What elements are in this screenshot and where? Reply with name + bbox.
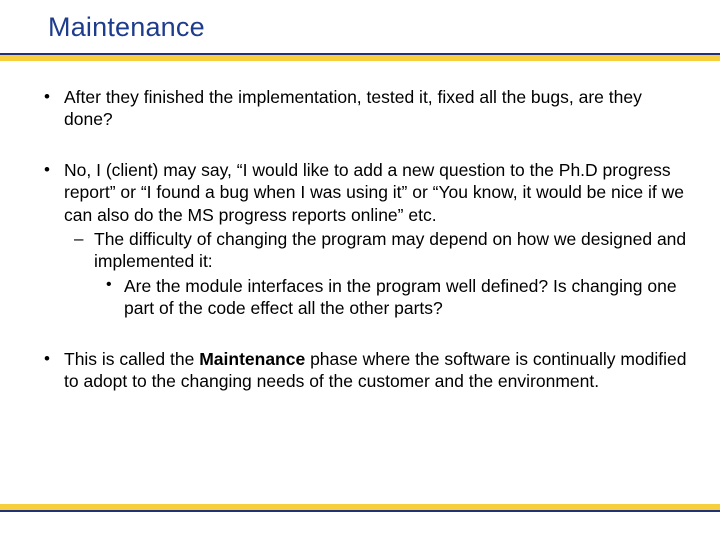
title-rule (0, 53, 720, 63)
bullet-text: No, I (client) may say, “I would like to… (64, 160, 684, 225)
bullet-text-bold: Maintenance (199, 349, 305, 369)
title-region: Maintenance (0, 0, 720, 43)
sub-bullet-text: The difficulty of changing the program m… (94, 229, 686, 271)
footer-rule (0, 504, 720, 514)
slide-content: After they finished the implementation, … (36, 86, 690, 420)
rule-gold-bar (0, 55, 720, 61)
slide-title: Maintenance (48, 12, 720, 43)
bullet-item: After they finished the implementation, … (36, 86, 690, 131)
bullet-text: After they finished the implementation, … (64, 87, 642, 129)
bullet-list: After they finished the implementation, … (36, 86, 690, 392)
bullet-item: No, I (client) may say, “I would like to… (36, 159, 690, 320)
subsub-bullet-list: Are the module interfaces in the program… (94, 275, 690, 320)
sub-bullet-list: The difficulty of changing the program m… (64, 228, 690, 320)
rule-blue-line (0, 510, 720, 512)
subsub-bullet-item: Are the module interfaces in the program… (94, 275, 690, 320)
bullet-item: This is called the Maintenance phase whe… (36, 348, 690, 393)
slide: Maintenance After they finished the impl… (0, 0, 720, 540)
subsub-bullet-text: Are the module interfaces in the program… (124, 276, 677, 318)
sub-bullet-item: The difficulty of changing the program m… (64, 228, 690, 320)
bullet-text-pre: This is called the (64, 349, 199, 369)
